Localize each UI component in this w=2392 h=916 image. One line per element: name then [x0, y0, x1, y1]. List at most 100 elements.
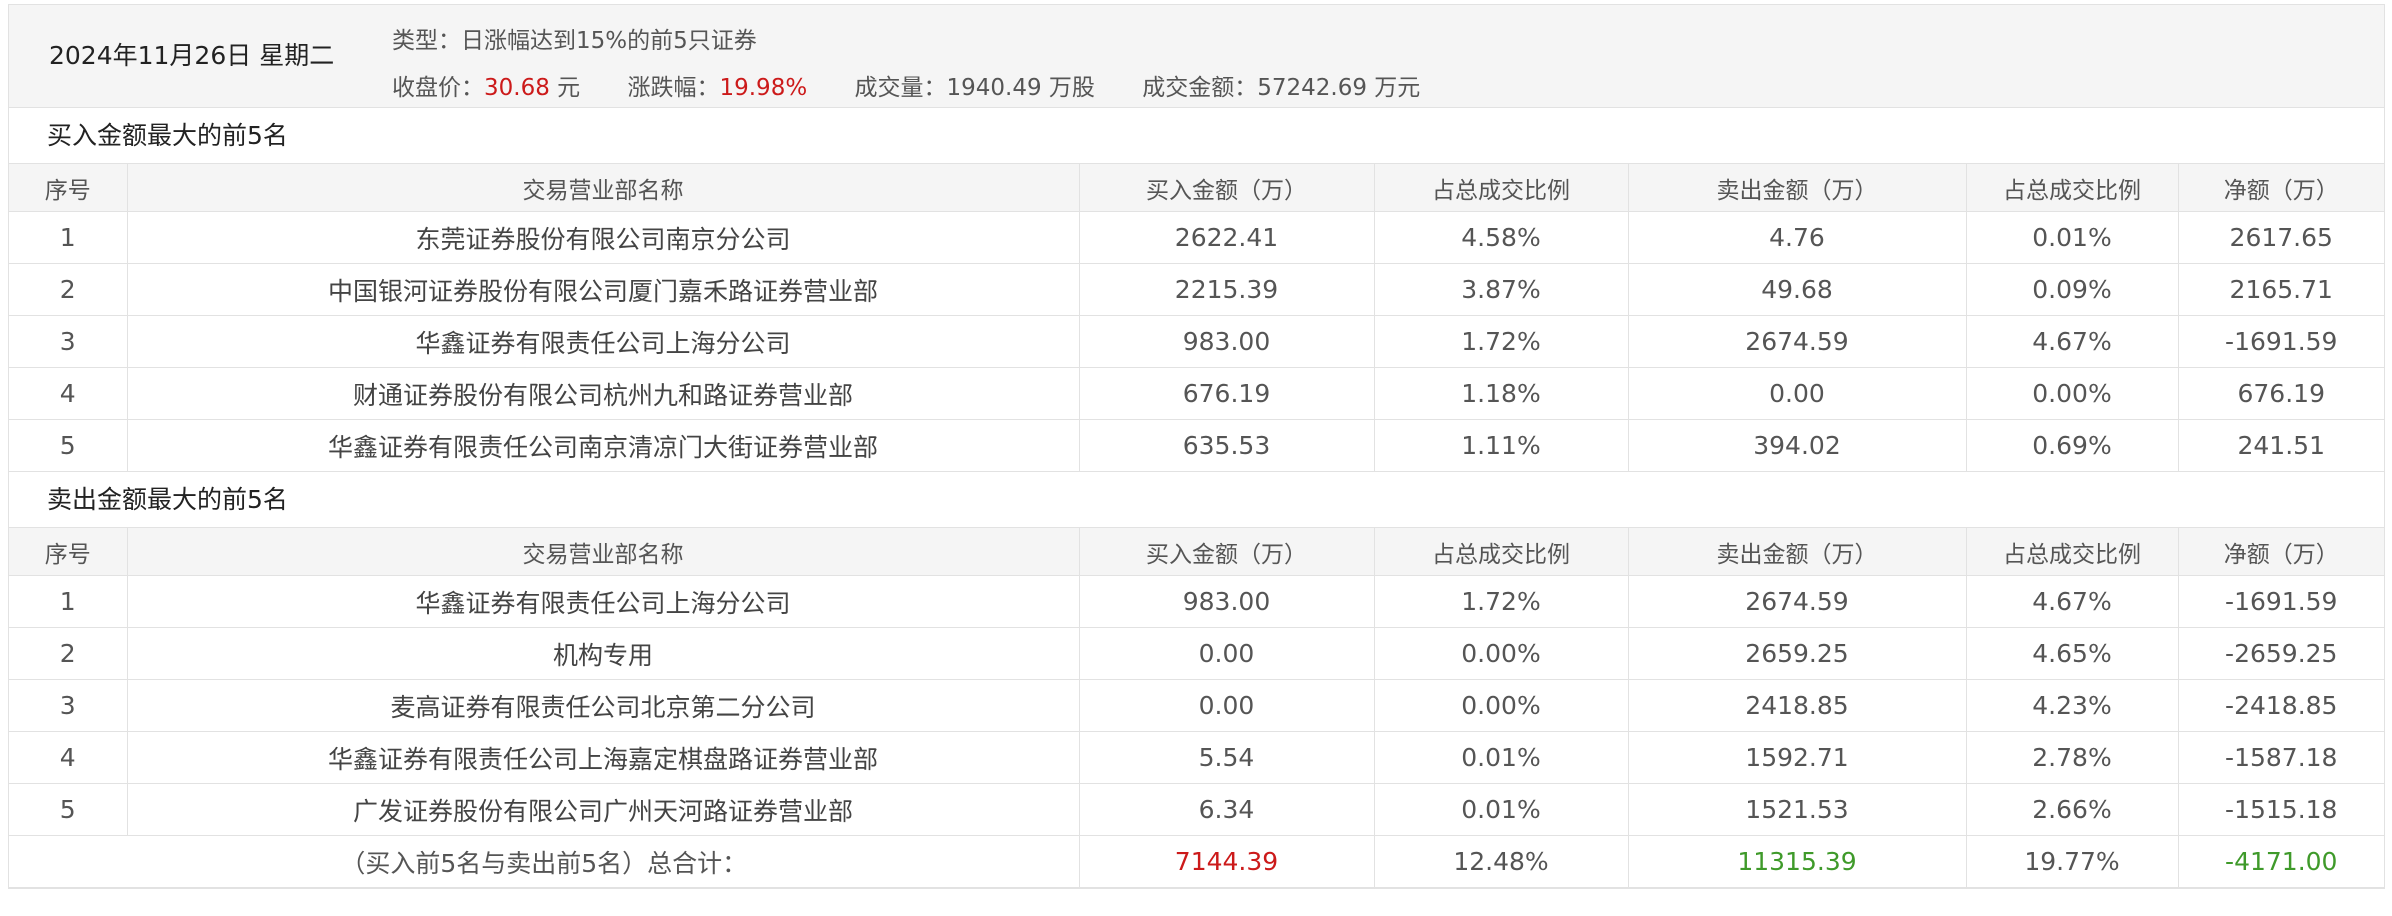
amount-label: 成交金额： [1142, 75, 1258, 101]
amount-stat: 成交金额：57242.69 万元 [1142, 68, 1420, 102]
total-buy-pct: 12.48% [1373, 835, 1629, 888]
total-row: （买入前5名与卖出前5名）总合计： 7144.39 12.48% 11315.3… [9, 835, 2384, 888]
broker-name: 华鑫证券有限责任公司上海嘉定棋盘路证券营业部 [126, 731, 1080, 784]
volume-label: 成交量： [854, 75, 947, 101]
total-label: （买入前5名与卖出前5名）总合计： [9, 835, 1080, 888]
sell-amount: 1521.53 [1627, 783, 1967, 836]
table-row: 2 中国银河证券股份有限公司厦门嘉禾路证券营业部 2215.39 3.87% 49.68… [9, 263, 2384, 316]
col-sell-pct-header: 占总成交比例 [1965, 528, 2179, 576]
net-amount: 676.19 [2177, 367, 2384, 420]
buy-ratio: 0.00% [1373, 679, 1629, 732]
sell-amount: 394.02 [1627, 419, 1967, 472]
buy-section-title: 买入金额最大的前5名 [9, 108, 2384, 164]
col-name-header: 交易营业部名称 [126, 528, 1080, 576]
broker-name: 广发证券股份有限公司广州天河路证券营业部 [126, 783, 1080, 836]
col-index-header: 序号 [9, 528, 128, 576]
row-index: 3 [9, 315, 128, 368]
table-header-row: 序号 交易营业部名称 买入金额（万） 占总成交比例 卖出金额（万） 占总成交比例… [9, 164, 2384, 212]
row-index: 4 [9, 731, 128, 784]
sell-amount: 0.00 [1627, 367, 1967, 420]
buy-amount: 5.54 [1078, 731, 1375, 784]
change-value: 19.98% [719, 75, 808, 101]
close-value: 30.68 [484, 75, 550, 101]
col-buy-header: 买入金额（万） [1078, 528, 1375, 576]
change-stat: 涨跌幅：19.98% [627, 68, 807, 102]
row-index: 3 [9, 679, 128, 732]
buy-top5-table: 序号 交易营业部名称 买入金额（万） 占总成交比例 卖出金额（万） 占总成交比例… [9, 164, 2384, 472]
buy-ratio: 0.00% [1373, 627, 1629, 680]
net-amount: 2617.65 [2177, 211, 2384, 264]
listing-type: 类型：日涨幅达到15%的前5只证券 [392, 21, 757, 55]
broker-name: 财通证券股份有限公司杭州九和路证券营业部 [126, 367, 1080, 420]
sell-amount: 49.68 [1627, 263, 1967, 316]
change-label: 涨跌幅： [627, 75, 720, 101]
table-row: 3 麦高证券有限责任公司北京第二分公司 0.00 0.00% 2418.85 4.23% -… [9, 679, 2384, 732]
buy-amount: 0.00 [1078, 627, 1375, 680]
col-buy-pct-header: 占总成交比例 [1373, 528, 1629, 576]
row-index: 1 [9, 575, 128, 628]
net-amount: -1515.18 [2177, 783, 2384, 836]
col-sell-pct-header: 占总成交比例 [1965, 164, 2179, 212]
sell-section-title: 卖出金额最大的前5名 [9, 472, 2384, 528]
table-row: 1 东莞证券股份有限公司南京分公司 2622.41 4.58% 4.76 0.01% 261… [9, 211, 2384, 264]
close-label: 收盘价： [392, 75, 484, 101]
sell-top5-table: 序号 交易营业部名称 买入金额（万） 占总成交比例 卖出金额（万） 占总成交比例… [9, 528, 2384, 888]
broker-name: 华鑫证券有限责任公司上海分公司 [126, 315, 1080, 368]
net-amount: -1587.18 [2177, 731, 2384, 784]
sell-ratio: 4.65% [1965, 627, 2179, 680]
broker-name: 华鑫证券有限责任公司南京清凉门大街证券营业部 [126, 419, 1080, 472]
col-sell-header: 卖出金额（万） [1627, 164, 1967, 212]
buy-ratio: 3.87% [1373, 263, 1629, 316]
sell-amount: 2418.85 [1627, 679, 1967, 732]
volume-stat: 成交量：1940.49 万股 [855, 68, 1095, 102]
volume-value: 1940.49 万股 [946, 75, 1095, 101]
buy-ratio: 1.11% [1373, 419, 1629, 472]
price-stats: 收盘价：30.68 元 涨跌幅：19.98% 成交量：1940.49 万股 成交… [392, 68, 1460, 102]
sell-amount: 2674.59 [1627, 315, 1967, 368]
net-amount: -1691.59 [2177, 575, 2384, 628]
table-row: 5 广发证券股份有限公司广州天河路证券营业部 6.34 0.01% 1521.53 2.6… [9, 783, 2384, 836]
sell-ratio: 4.23% [1965, 679, 2179, 732]
net-amount: -1691.59 [2177, 315, 2384, 368]
buy-ratio: 0.01% [1373, 783, 1629, 836]
summary-header: 2024年11月26日 星期二 类型：日涨幅达到15%的前5只证券 收盘价：30… [9, 5, 2384, 108]
lhb-panel: 2024年11月26日 星期二 类型：日涨幅达到15%的前5只证券 收盘价：30… [8, 4, 2385, 889]
buy-amount: 983.00 [1078, 315, 1375, 368]
table-row: 2 机构专用 0.00 0.00% 2659.25 4.65% -2659.25 [9, 627, 2384, 680]
col-net-header: 净额（万） [2177, 164, 2384, 212]
buy-amount: 6.34 [1078, 783, 1375, 836]
buy-amount: 0.00 [1078, 679, 1375, 732]
close-price-stat: 收盘价：30.68 元 [392, 68, 580, 102]
table-row: 3 华鑫证券有限责任公司上海分公司 983.00 1.72% 2674.59 4.67% -… [9, 315, 2384, 368]
sell-amount: 4.76 [1627, 211, 1967, 264]
buy-ratio: 1.72% [1373, 575, 1629, 628]
broker-name: 麦高证券有限责任公司北京第二分公司 [126, 679, 1080, 732]
col-name-header: 交易营业部名称 [126, 164, 1080, 212]
broker-name: 中国银河证券股份有限公司厦门嘉禾路证券营业部 [126, 263, 1080, 316]
col-index-header: 序号 [9, 164, 128, 212]
buy-amount: 2622.41 [1078, 211, 1375, 264]
sell-ratio: 2.78% [1965, 731, 2179, 784]
buy-ratio: 1.18% [1373, 367, 1629, 420]
amount-value: 57242.69 万元 [1257, 75, 1421, 101]
buy-amount: 676.19 [1078, 367, 1375, 420]
sell-ratio: 4.67% [1965, 575, 2179, 628]
net-amount: -2659.25 [2177, 627, 2384, 680]
buy-ratio: 1.72% [1373, 315, 1629, 368]
row-index: 5 [9, 419, 128, 472]
sell-ratio: 0.01% [1965, 211, 2179, 264]
sell-ratio: 4.67% [1965, 315, 2179, 368]
sell-ratio: 2.66% [1965, 783, 2179, 836]
sell-ratio: 0.69% [1965, 419, 2179, 472]
table-row: 4 华鑫证券有限责任公司上海嘉定棋盘路证券营业部 5.54 0.01% 1592.71 2… [9, 731, 2384, 784]
buy-amount: 983.00 [1078, 575, 1375, 628]
row-index: 5 [9, 783, 128, 836]
table-header-row: 序号 交易营业部名称 买入金额（万） 占总成交比例 卖出金额（万） 占总成交比例… [9, 528, 2384, 576]
table-row: 5 华鑫证券有限责任公司南京清凉门大街证券营业部 635.53 1.11% 394.02… [9, 419, 2384, 472]
close-unit: 元 [557, 75, 581, 101]
type-value: 日涨幅达到15%的前5只证券 [461, 28, 757, 54]
row-index: 4 [9, 367, 128, 420]
col-buy-header: 买入金额（万） [1078, 164, 1375, 212]
total-net: -4171.00 [2177, 835, 2384, 888]
col-buy-pct-header: 占总成交比例 [1373, 164, 1629, 212]
